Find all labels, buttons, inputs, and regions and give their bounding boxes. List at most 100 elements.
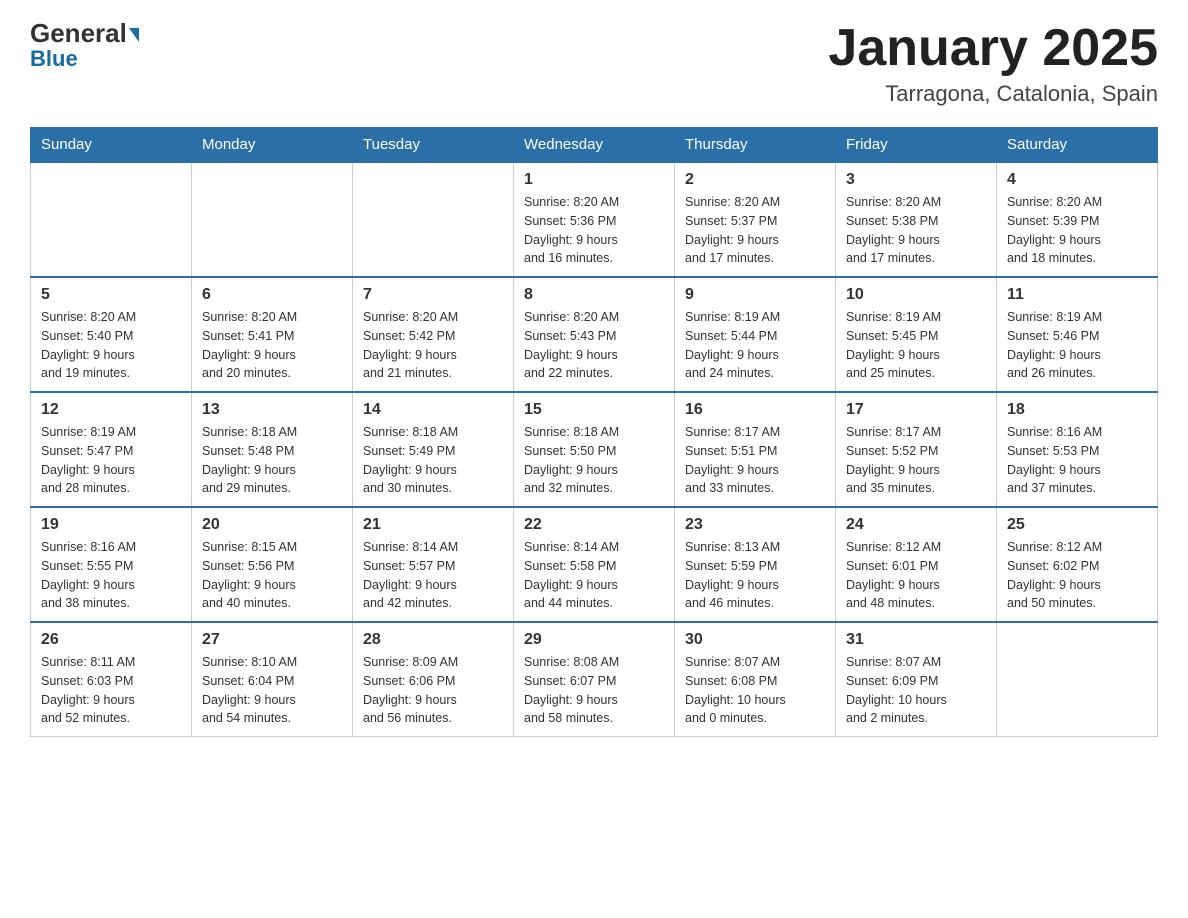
day-number: 27 bbox=[202, 631, 342, 649]
month-title: January 2025 bbox=[828, 20, 1158, 77]
calendar-cell: 7Sunrise: 8:20 AM Sunset: 5:42 PM Daylig… bbox=[353, 277, 514, 392]
day-number: 7 bbox=[363, 286, 503, 304]
day-info: Sunrise: 8:20 AM Sunset: 5:38 PM Dayligh… bbox=[846, 193, 986, 268]
day-info: Sunrise: 8:14 AM Sunset: 5:58 PM Dayligh… bbox=[524, 538, 664, 613]
calendar-cell: 2Sunrise: 8:20 AM Sunset: 5:37 PM Daylig… bbox=[675, 162, 836, 277]
calendar-header-tuesday: Tuesday bbox=[353, 128, 514, 163]
day-info: Sunrise: 8:13 AM Sunset: 5:59 PM Dayligh… bbox=[685, 538, 825, 613]
day-info: Sunrise: 8:19 AM Sunset: 5:46 PM Dayligh… bbox=[1007, 308, 1147, 383]
calendar-cell: 19 Sunrise: 8:16 AM Sunset: 5:55 PM Dayli… bbox=[31, 507, 192, 622]
day-number: 11 bbox=[1007, 286, 1147, 304]
calendar-cell bbox=[192, 162, 353, 277]
calendar-cell bbox=[353, 162, 514, 277]
logo-triangle-icon bbox=[129, 28, 139, 42]
day-number: 10 bbox=[846, 286, 986, 304]
calendar-header-sunday: Sunday bbox=[31, 128, 192, 163]
day-info: Sunrise: 8:20 AM Sunset: 5:41 PM Dayligh… bbox=[202, 308, 342, 383]
day-number: 30 bbox=[685, 631, 825, 649]
day-number: 13 bbox=[202, 401, 342, 419]
calendar-cell: 5Sunrise: 8:20 AM Sunset: 5:40 PM Daylig… bbox=[31, 277, 192, 392]
day-number: 5 bbox=[41, 286, 181, 304]
logo-blue-text: Blue bbox=[30, 48, 78, 70]
day-number: 22 bbox=[524, 516, 664, 534]
day-info: Sunrise: 8:12 AM Sunset: 6:02 PM Dayligh… bbox=[1007, 538, 1147, 613]
day-number: 15 bbox=[524, 401, 664, 419]
calendar-header-wednesday: Wednesday bbox=[514, 128, 675, 163]
day-info: Sunrise: 8:15 AM Sunset: 5:56 PM Dayligh… bbox=[202, 538, 342, 613]
calendar-cell: 16Sunrise: 8:17 AM Sunset: 5:51 PM Dayli… bbox=[675, 392, 836, 507]
calendar-cell: 15 Sunrise: 8:18 AM Sunset: 5:50 PM Dayli… bbox=[514, 392, 675, 507]
day-info: Sunrise: 8:09 AM Sunset: 6:06 PM Dayligh… bbox=[363, 653, 503, 728]
calendar-cell: 9 Sunrise: 8:19 AM Sunset: 5:44 PM Daylig… bbox=[675, 277, 836, 392]
calendar-cell: 28 Sunrise: 8:09 AM Sunset: 6:06 PM Dayli… bbox=[353, 622, 514, 737]
logo: General Blue bbox=[30, 20, 139, 70]
page-header: General Blue January 2025 Tarragona, Cat… bbox=[30, 20, 1158, 107]
calendar-cell bbox=[997, 622, 1158, 737]
week-row-2: 5Sunrise: 8:20 AM Sunset: 5:40 PM Daylig… bbox=[31, 277, 1158, 392]
day-number: 29 bbox=[524, 631, 664, 649]
calendar-header-row: SundayMondayTuesdayWednesdayThursdayFrid… bbox=[31, 128, 1158, 163]
day-number: 6 bbox=[202, 286, 342, 304]
calendar-cell: 6 Sunrise: 8:20 AM Sunset: 5:41 PM Daylig… bbox=[192, 277, 353, 392]
calendar-cell: 29Sunrise: 8:08 AM Sunset: 6:07 PM Dayli… bbox=[514, 622, 675, 737]
calendar-cell: 8Sunrise: 8:20 AM Sunset: 5:43 PM Daylig… bbox=[514, 277, 675, 392]
day-number: 17 bbox=[846, 401, 986, 419]
calendar-cell: 10 Sunrise: 8:19 AM Sunset: 5:45 PM Dayli… bbox=[836, 277, 997, 392]
calendar-cell: 30Sunrise: 8:07 AM Sunset: 6:08 PM Dayli… bbox=[675, 622, 836, 737]
calendar-cell: 25 Sunrise: 8:12 AM Sunset: 6:02 PM Dayli… bbox=[997, 507, 1158, 622]
week-row-3: 12 Sunrise: 8:19 AM Sunset: 5:47 PM Dayli… bbox=[31, 392, 1158, 507]
day-info: Sunrise: 8:18 AM Sunset: 5:50 PM Dayligh… bbox=[524, 423, 664, 498]
calendar-cell: 24Sunrise: 8:12 AM Sunset: 6:01 PM Dayli… bbox=[836, 507, 997, 622]
day-info: Sunrise: 8:18 AM Sunset: 5:49 PM Dayligh… bbox=[363, 423, 503, 498]
day-info: Sunrise: 8:16 AM Sunset: 5:53 PM Dayligh… bbox=[1007, 423, 1147, 498]
week-row-5: 26Sunrise: 8:11 AM Sunset: 6:03 PM Dayli… bbox=[31, 622, 1158, 737]
day-number: 18 bbox=[1007, 401, 1147, 419]
calendar-cell: 23 Sunrise: 8:13 AM Sunset: 5:59 PM Dayli… bbox=[675, 507, 836, 622]
day-info: Sunrise: 8:16 AM Sunset: 5:55 PM Dayligh… bbox=[41, 538, 181, 613]
calendar-cell: 3 Sunrise: 8:20 AM Sunset: 5:38 PM Daylig… bbox=[836, 162, 997, 277]
day-number: 2 bbox=[685, 171, 825, 189]
day-info: Sunrise: 8:10 AM Sunset: 6:04 PM Dayligh… bbox=[202, 653, 342, 728]
calendar-cell: 21 Sunrise: 8:14 AM Sunset: 5:57 PM Dayli… bbox=[353, 507, 514, 622]
calendar-cell: 14 Sunrise: 8:18 AM Sunset: 5:49 PM Dayli… bbox=[353, 392, 514, 507]
day-info: Sunrise: 8:19 AM Sunset: 5:47 PM Dayligh… bbox=[41, 423, 181, 498]
day-info: Sunrise: 8:18 AM Sunset: 5:48 PM Dayligh… bbox=[202, 423, 342, 498]
day-number: 4 bbox=[1007, 171, 1147, 189]
day-number: 25 bbox=[1007, 516, 1147, 534]
day-info: Sunrise: 8:19 AM Sunset: 5:44 PM Dayligh… bbox=[685, 308, 825, 383]
day-number: 28 bbox=[363, 631, 503, 649]
day-info: Sunrise: 8:14 AM Sunset: 5:57 PM Dayligh… bbox=[363, 538, 503, 613]
calendar-cell: 22 Sunrise: 8:14 AM Sunset: 5:58 PM Dayli… bbox=[514, 507, 675, 622]
calendar-cell: 26Sunrise: 8:11 AM Sunset: 6:03 PM Dayli… bbox=[31, 622, 192, 737]
calendar-cell: 11 Sunrise: 8:19 AM Sunset: 5:46 PM Dayli… bbox=[997, 277, 1158, 392]
calendar-cell: 4 Sunrise: 8:20 AM Sunset: 5:39 PM Daylig… bbox=[997, 162, 1158, 277]
day-number: 21 bbox=[363, 516, 503, 534]
day-info: Sunrise: 8:19 AM Sunset: 5:45 PM Dayligh… bbox=[846, 308, 986, 383]
calendar-cell: 17 Sunrise: 8:17 AM Sunset: 5:52 PM Dayli… bbox=[836, 392, 997, 507]
day-number: 14 bbox=[363, 401, 503, 419]
day-number: 3 bbox=[846, 171, 986, 189]
day-number: 23 bbox=[685, 516, 825, 534]
day-info: Sunrise: 8:17 AM Sunset: 5:52 PM Dayligh… bbox=[846, 423, 986, 498]
day-number: 16 bbox=[685, 401, 825, 419]
day-number: 12 bbox=[41, 401, 181, 419]
calendar-header-monday: Monday bbox=[192, 128, 353, 163]
calendar-header-thursday: Thursday bbox=[675, 128, 836, 163]
logo-general-text: General bbox=[30, 20, 139, 46]
calendar-cell: 12 Sunrise: 8:19 AM Sunset: 5:47 PM Dayli… bbox=[31, 392, 192, 507]
day-info: Sunrise: 8:07 AM Sunset: 6:09 PM Dayligh… bbox=[846, 653, 986, 728]
calendar-cell: 13 Sunrise: 8:18 AM Sunset: 5:48 PM Dayli… bbox=[192, 392, 353, 507]
calendar-cell: 27 Sunrise: 8:10 AM Sunset: 6:04 PM Dayli… bbox=[192, 622, 353, 737]
day-number: 8 bbox=[524, 286, 664, 304]
day-number: 9 bbox=[685, 286, 825, 304]
day-number: 26 bbox=[41, 631, 181, 649]
calendar-cell bbox=[31, 162, 192, 277]
calendar-header-saturday: Saturday bbox=[997, 128, 1158, 163]
day-number: 24 bbox=[846, 516, 986, 534]
day-info: Sunrise: 8:20 AM Sunset: 5:39 PM Dayligh… bbox=[1007, 193, 1147, 268]
day-info: Sunrise: 8:20 AM Sunset: 5:36 PM Dayligh… bbox=[524, 193, 664, 268]
title-area: January 2025 Tarragona, Catalonia, Spain bbox=[828, 20, 1158, 107]
day-number: 1 bbox=[524, 171, 664, 189]
calendar-header-friday: Friday bbox=[836, 128, 997, 163]
day-number: 19 bbox=[41, 516, 181, 534]
